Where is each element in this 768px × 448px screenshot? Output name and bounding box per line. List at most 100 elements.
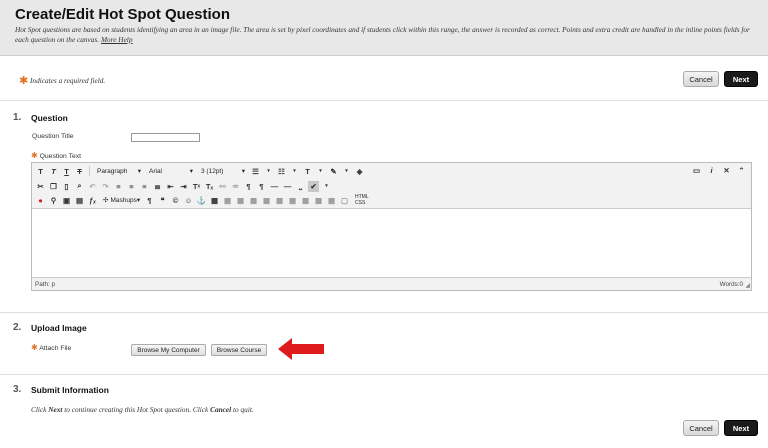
info-icon[interactable]: i (706, 165, 717, 176)
chevron-down-icon: ▾ (189, 168, 193, 175)
justify-icon[interactable]: ≣ (152, 181, 163, 192)
italic-icon[interactable]: T (48, 166, 59, 177)
divider (0, 374, 768, 375)
resize-handle-icon[interactable]: ◢ (745, 282, 750, 289)
toolbar-row-3: ● ⚲ ▣ ▤ ƒₓ ✣ Mashups ▾ ¶ ❝ © ☺ ⚓ ▦ ▦ ▦ ▦ ▦… (35, 193, 380, 207)
browse-my-computer-button[interactable]: Browse My Computer (131, 344, 206, 356)
ltr-icon[interactable]: ¶ (243, 181, 254, 192)
visual-aid-icon[interactable]: ▢ (339, 195, 350, 206)
font-family-select[interactable]: Arial ▾ (146, 166, 196, 177)
attach-icon[interactable]: ⚲ (48, 195, 59, 206)
horizontal-line-icon[interactable]: — (282, 181, 293, 192)
font-size-select[interactable]: 3 (12pt) ▾ (198, 166, 248, 177)
next-button-top[interactable]: Next (724, 71, 758, 87)
image-icon[interactable]: ▣ (61, 195, 72, 206)
chevron-down-icon[interactable]: ▾ (321, 181, 332, 192)
next-button-bottom[interactable]: Next (724, 420, 758, 436)
more-help-link[interactable]: More Help (101, 35, 133, 44)
instruction-text: to continue creating this Hot Spot quest… (62, 405, 211, 414)
cancel-button-top[interactable]: Cancel (683, 71, 719, 87)
instruction-cancel-word: Cancel (210, 405, 232, 414)
unlink-icon[interactable]: ⚮ (230, 181, 241, 192)
chevron-down-icon[interactable]: ▾ (315, 166, 326, 177)
font-family-value: Arial (149, 167, 163, 175)
undo-icon[interactable]: ↶ (87, 181, 98, 192)
redo-icon[interactable]: ↷ (100, 181, 111, 192)
underline-icon[interactable]: T (61, 166, 72, 177)
mashups-label: Mashups (110, 196, 137, 204)
superscript-icon[interactable]: Tˣ (191, 181, 202, 192)
quote-icon[interactable]: ❝ (157, 195, 168, 206)
insert-col-icon[interactable]: ▦ (287, 195, 298, 206)
merge-cell-icon[interactable]: ▦ (326, 195, 337, 206)
row-props-icon[interactable]: ▦ (235, 195, 246, 206)
insert-row-icon[interactable]: ▦ (261, 195, 272, 206)
rtl-icon[interactable]: ¶ (256, 181, 267, 192)
toolbar-right-icons: ▭ i ✕ ⌃ (691, 165, 747, 176)
page-header: Create/Edit Hot Spot Question Hot Spot q… (0, 0, 768, 56)
highlight-pen-icon[interactable]: ✎ (328, 166, 339, 177)
paragraph-format-select[interactable]: Paragraph ▾ (94, 166, 144, 177)
submit-instruction: Click Next to continue creating this Hot… (31, 405, 254, 414)
required-note: Indicates a required field. (30, 76, 106, 85)
mashups-select[interactable]: ✣ Mashups ▾ (100, 195, 142, 206)
anchor-icon[interactable]: ⚓ (196, 195, 207, 206)
emoticon-icon[interactable]: ☺ (183, 195, 194, 206)
red-arrow-icon (278, 338, 324, 360)
question-title-input[interactable] (131, 133, 200, 142)
horizontal-rule-icon[interactable]: — (269, 181, 280, 192)
preview-icon[interactable]: ▭ (691, 165, 702, 176)
section-1-title: Question (31, 113, 68, 123)
chevron-down-icon[interactable]: ▾ (289, 166, 300, 177)
delete-col-icon[interactable]: ▦ (300, 195, 311, 206)
record-icon[interactable]: ● (35, 195, 46, 206)
html-css-button[interactable]: HTML CSS (352, 194, 380, 206)
table-props-icon[interactable]: ▦ (222, 195, 233, 206)
equation-icon[interactable]: ƒₓ (87, 195, 98, 206)
required-star-icon: ✱ (31, 343, 38, 352)
text-color-icon[interactable]: T (302, 166, 313, 177)
cell-props-icon[interactable]: ▦ (248, 195, 259, 206)
copy-icon[interactable]: ❐ (48, 181, 59, 192)
media-icon[interactable]: ▤ (74, 195, 85, 206)
eraser-icon[interactable]: ◈ (354, 166, 365, 177)
align-left-icon[interactable]: ≡ (113, 181, 124, 192)
cut-icon[interactable]: ✂ (35, 181, 46, 192)
delete-row-icon[interactable]: ▦ (274, 195, 285, 206)
align-right-icon[interactable]: ≡ (139, 181, 150, 192)
nonbreaking-space-icon[interactable]: ⎵ (295, 181, 306, 192)
chevron-down-icon[interactable]: ▾ (341, 166, 352, 177)
paragraph-icon[interactable]: ¶ (144, 195, 155, 206)
required-bar: ✱ Indicates a required field. Cancel Nex… (0, 56, 768, 101)
word-count: Words:0 (719, 281, 743, 288)
fullscreen-icon[interactable]: ✕ (721, 165, 732, 176)
indent-icon[interactable]: ⇥ (178, 181, 189, 192)
section-1-number: 1. (13, 112, 22, 123)
attach-file-label: ✱ Attach File (31, 343, 71, 352)
cancel-button-bottom[interactable]: Cancel (683, 420, 719, 436)
chevron-down-icon[interactable]: ▾ (263, 166, 274, 177)
link-icon[interactable]: ⚯ (217, 181, 228, 192)
chevron-down-icon: ▾ (241, 168, 245, 175)
numbered-list-icon[interactable]: ☷ (276, 166, 287, 177)
toolbar-row-1: T T T T Paragraph ▾ Arial ▾ 3 (12pt) ▾ ☰ ▾ … (35, 164, 365, 178)
find-icon[interactable]: ⌕ (74, 181, 85, 192)
divider (89, 166, 90, 176)
editor-content-area[interactable] (32, 209, 751, 277)
copyright-icon[interactable]: © (170, 195, 181, 206)
spellcheck-icon[interactable]: ✔ (308, 180, 319, 192)
browse-course-button[interactable]: Browse Course (211, 344, 267, 356)
align-center-icon[interactable]: ≡ (126, 181, 137, 192)
strikethrough-icon[interactable]: T (74, 166, 85, 177)
bullet-list-icon[interactable]: ☰ (250, 166, 261, 177)
font-t-icon[interactable]: T (35, 166, 46, 177)
split-cell-icon[interactable]: ▦ (313, 195, 324, 206)
table-icon[interactable]: ▦ (209, 195, 220, 206)
subscript-icon[interactable]: Tₓ (204, 181, 215, 192)
paste-icon[interactable]: ▯ (61, 181, 72, 192)
collapse-icon[interactable]: ⌃ (736, 165, 747, 176)
outdent-icon[interactable]: ⇤ (165, 181, 176, 192)
instruction-next-word: Next (48, 405, 63, 414)
editor-toolbar: T T T T Paragraph ▾ Arial ▾ 3 (12pt) ▾ ☰ ▾ … (32, 163, 751, 209)
question-title-label: Question Title (32, 133, 74, 140)
